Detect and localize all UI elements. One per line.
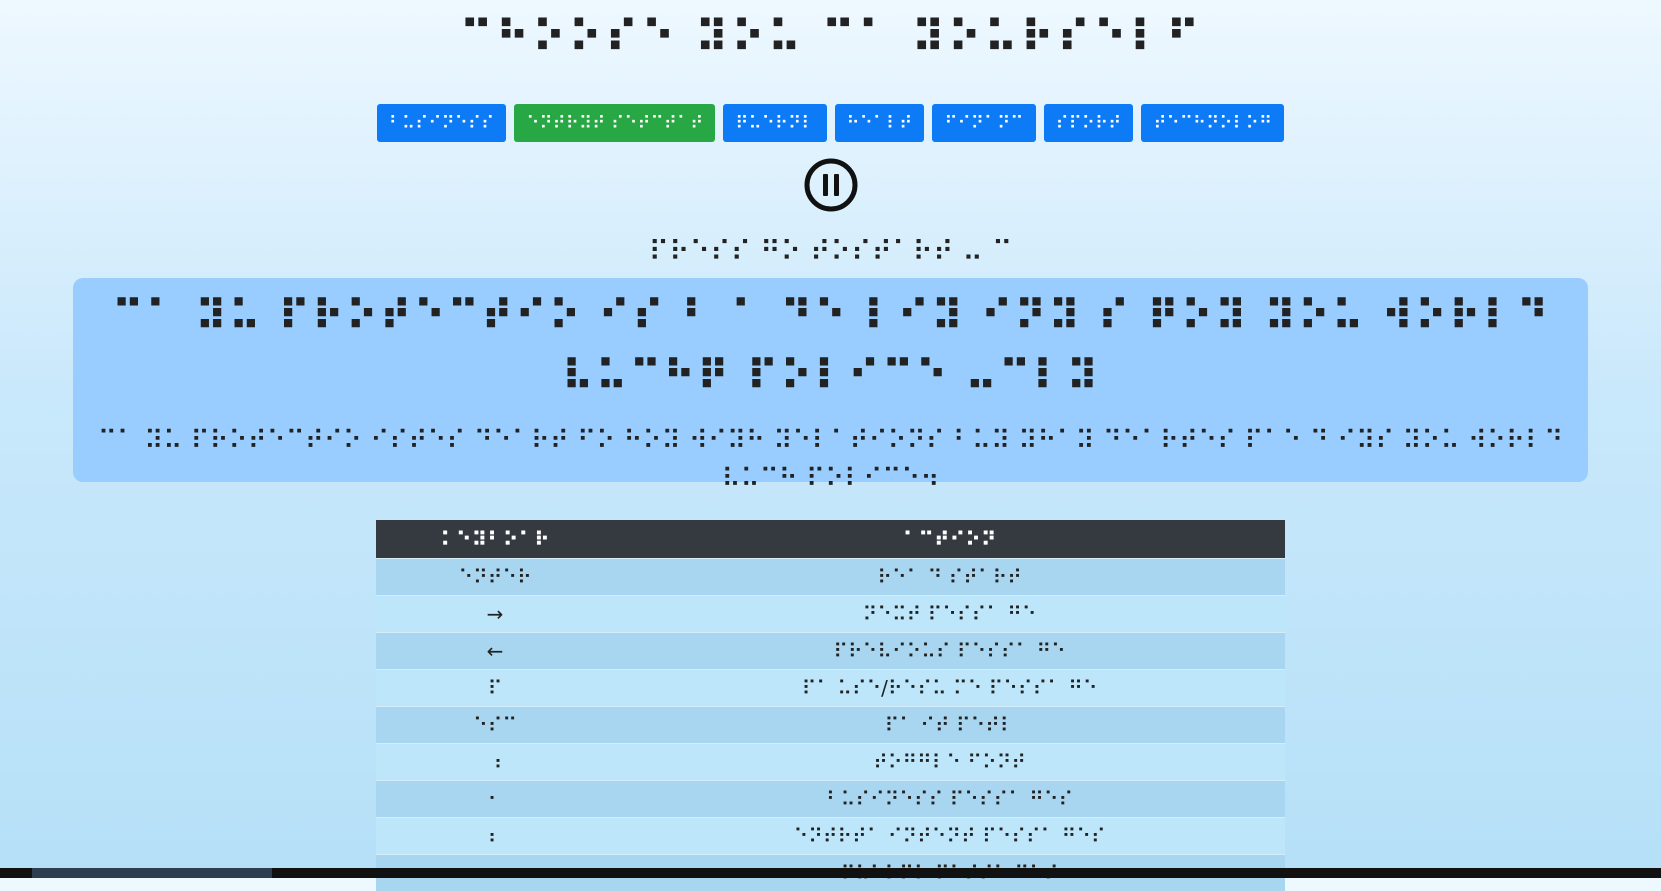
- table-row: ⠂ ⠃⠥⠎⠊⠝⠑⠎⠎ ⠏⠑⠎⠎⠁ ⠛⠑⠎: [376, 781, 1285, 818]
- category-button-5[interactable]: ⠋⠊⠝⠁⠝⠉: [932, 104, 1035, 142]
- key-cell: ⠰: [376, 744, 614, 781]
- category-button-1[interactable]: ⠃⠥⠎⠊⠝⠑⠎⠎: [377, 104, 506, 142]
- key-cell: ⠑⠝⠞⠑⠗: [376, 559, 614, 596]
- action-cell: ⠝⠑⠭⠞ ⠏⠑⠎⠎⠁ ⠛⠑: [614, 596, 1285, 633]
- category-button-3[interactable]: ⠟⠥⠑⠗⠝⠇: [723, 104, 826, 142]
- key-cell: ⠑⠎⠉: [376, 707, 614, 744]
- table-row: ⠆ ⠑⠝⠞⠗⠞⠁ ⠊⠝⠞⠑⠝⠞ ⠏⠑⠎⠎⠁ ⠛⠑⠎: [376, 818, 1285, 855]
- header-key: ⠅⠑⠽⠃⠕⠁⠗: [376, 520, 614, 559]
- key-cell: ⠏: [376, 670, 614, 707]
- page-title: ⠉⠓⠕⠕⠎⠑ ⠽⠕⠥ ⠉⠁ ⠽⠕⠥⠗⠎⠑⠇⠋: [0, 0, 1661, 80]
- message-small-text: ⠉⠁ ⠽⠥ ⠏⠗⠕⠞⠑⠉⠞⠊⠕ ⠊⠎⠞⠑⠎ ⠙⠑⠁⠗⠞ ⠋⠕ ⠓⠕⠽ ⠺⠊⠽⠓ …: [83, 422, 1578, 498]
- action-cell: ⠗⠑⠁ ⠙ ⠎⠞⠁⠗⠞: [614, 559, 1285, 596]
- message-card: ⠉⠁ ⠽⠥ ⠏⠗⠕⠞⠑⠉⠞⠊⠕ ⠊⠎ ⠃ ⠁ ⠙⠑ ⠇⠊⠽ ⠊⠝⠽ ⠎ ⠟⠕⠽ …: [73, 278, 1588, 482]
- taskbar-item[interactable]: [32, 868, 272, 878]
- table-row: ⠏ ⠏⠁ ⠥⠎⠑/⠗⠑⠎⠥ ⠍⠑ ⠏⠑⠎⠎⠁ ⠛⠑: [376, 670, 1285, 707]
- category-button-2[interactable]: ⠑⠝⠞⠗⠽⠞ ⠎⠑⠞⠉⠞⠁⠞: [514, 104, 715, 142]
- table-row: → ⠝⠑⠭⠞ ⠏⠑⠎⠎⠁ ⠛⠑: [376, 596, 1285, 633]
- key-cell: ⠂: [376, 781, 614, 818]
- table-row: ⠰ ⠞⠕⠛⠛⠇⠑ ⠋⠕⠝⠞: [376, 744, 1285, 781]
- action-cell: ⠑⠝⠞⠗⠞⠁ ⠊⠝⠞⠑⠝⠞ ⠏⠑⠎⠎⠁ ⠛⠑⠎: [614, 818, 1285, 855]
- category-button-4[interactable]: ⠓⠑⠁⠇⠞: [835, 104, 925, 142]
- key-cell: ⠆: [376, 818, 614, 855]
- category-button-6[interactable]: ⠎⠏⠕⠗⠞: [1044, 104, 1134, 142]
- action-cell: ⠃⠥⠎⠊⠝⠑⠎⠎ ⠏⠑⠎⠎⠁ ⠛⠑⠎: [614, 781, 1285, 818]
- action-cell: ⠏⠗⠑⠧⠊⠕⠥⠎ ⠏⠑⠎⠎⠁ ⠛⠑: [614, 633, 1285, 670]
- table-row: ← ⠏⠗⠑⠧⠊⠕⠥⠎ ⠏⠑⠎⠎⠁ ⠛⠑: [376, 633, 1285, 670]
- category-button-7[interactable]: ⠞⠑⠉⠓⠝⠕⠇⠕⠛: [1141, 104, 1284, 142]
- action-cell: ⠞⠕⠛⠛⠇⠑ ⠋⠕⠝⠞: [614, 744, 1285, 781]
- category-button-bar: ⠃⠥⠎⠊⠝⠑⠎⠎ ⠑⠝⠞⠗⠽⠞ ⠎⠑⠞⠉⠞⠁⠞ ⠟⠥⠑⠗⠝⠇ ⠓⠑⠁⠇⠞ ⠋⠊⠝…: [0, 104, 1661, 142]
- key-cell: →: [376, 596, 614, 633]
- key-cell: ←: [376, 633, 614, 670]
- status-text: ⠏⠗⠑⠎⠎ ⠛⠕ ⠞⠕⠎⠞⠁⠗⠞ ⠤ ⠉: [0, 232, 1661, 272]
- action-cell: ⠏⠁ ⠊⠞ ⠏⠑⠞⠇: [614, 707, 1285, 744]
- table-header-row: ⠅⠑⠽⠃⠕⠁⠗ ⠁⠉⠞⠊⠕⠝: [376, 520, 1285, 559]
- action-cell: ⠏⠁ ⠥⠎⠑/⠗⠑⠎⠥ ⠍⠑ ⠏⠑⠎⠎⠁ ⠛⠑: [614, 670, 1285, 707]
- table-row: ⠑⠎⠉ ⠏⠁ ⠊⠞ ⠏⠑⠞⠇: [376, 707, 1285, 744]
- table-row: ⠑⠝⠞⠑⠗ ⠗⠑⠁ ⠙ ⠎⠞⠁⠗⠞: [376, 559, 1285, 596]
- taskbar: [0, 868, 1661, 878]
- pause-icon[interactable]: [804, 158, 858, 212]
- header-action: ⠁⠉⠞⠊⠕⠝: [614, 520, 1285, 559]
- keyboard-shortcuts-table: ⠅⠑⠽⠃⠕⠁⠗ ⠁⠉⠞⠊⠕⠝ ⠑⠝⠞⠑⠗ ⠗⠑⠁ ⠙ ⠎⠞⠁⠗⠞ → ⠝⠑⠭⠞ …: [376, 520, 1285, 891]
- message-big-text: ⠉⠁ ⠽⠥ ⠏⠗⠕⠞⠑⠉⠞⠊⠕ ⠊⠎ ⠃ ⠁ ⠙⠑ ⠇⠊⠽ ⠊⠝⠽ ⠎ ⠟⠕⠽ …: [83, 286, 1578, 406]
